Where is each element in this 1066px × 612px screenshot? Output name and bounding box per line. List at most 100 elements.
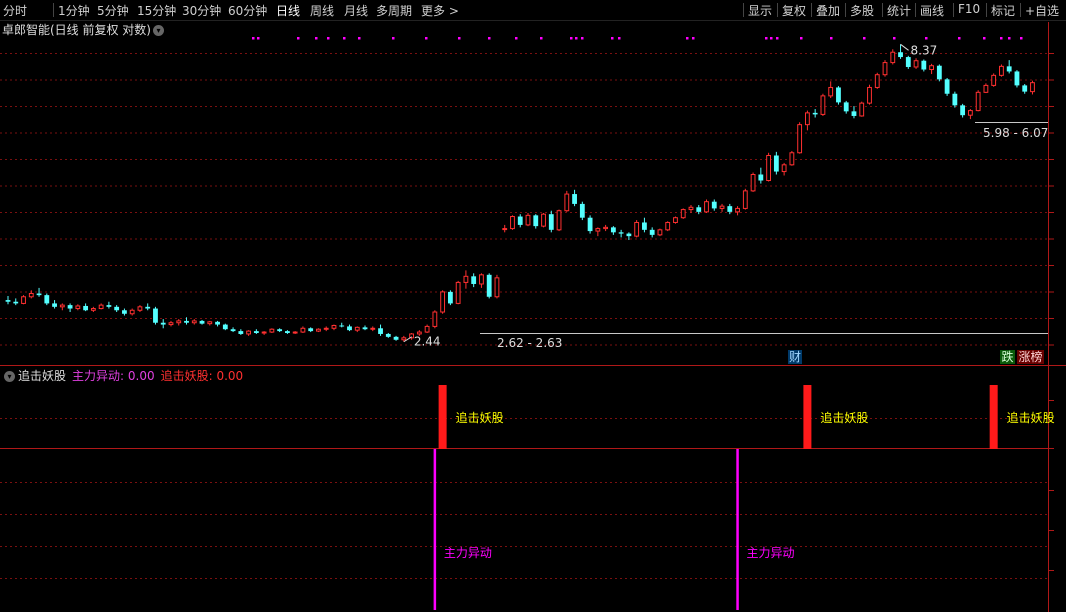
event-dot bbox=[252, 37, 255, 40]
tab-period-3[interactable]: 15分钟 bbox=[137, 2, 176, 19]
candle-body bbox=[479, 274, 484, 285]
event-dot bbox=[765, 37, 768, 40]
toolbar-btn-0[interactable]: 显示 bbox=[748, 2, 772, 19]
candle-body bbox=[735, 207, 740, 213]
candle-body bbox=[370, 327, 376, 330]
tab-period-10[interactable]: 更多 > bbox=[421, 2, 459, 19]
indicator-value-zhuli: 主力异动: 0.00 bbox=[72, 369, 155, 383]
candle-body bbox=[1022, 85, 1028, 92]
toolbar-btn-7[interactable]: 标记 bbox=[991, 2, 1015, 19]
event-dot bbox=[893, 37, 896, 40]
badge-zhangbang-bg bbox=[1017, 350, 1044, 364]
event-dot bbox=[327, 37, 330, 40]
candle-body bbox=[502, 228, 508, 231]
high-pointer bbox=[900, 43, 909, 51]
candle-body bbox=[975, 91, 981, 112]
candle-body bbox=[890, 51, 896, 64]
candle-body bbox=[153, 308, 158, 323]
chevron-down-icon[interactable]: ▾ bbox=[153, 25, 164, 36]
candle-body bbox=[486, 274, 492, 297]
candle-body bbox=[913, 60, 919, 68]
event-dot bbox=[618, 37, 621, 40]
toolbar-btn-5[interactable]: 画线 bbox=[920, 2, 944, 19]
candle-body bbox=[781, 164, 787, 173]
tab-period-2[interactable]: 5分钟 bbox=[97, 2, 129, 19]
tab-period-8[interactable]: 月线 bbox=[344, 2, 368, 19]
candle-body bbox=[859, 102, 865, 117]
tab-period-7[interactable]: 周线 bbox=[310, 2, 334, 19]
candle-body bbox=[455, 281, 461, 304]
kline-chart[interactable]: 8.372.44 2.62 - 2.635.98 - 6.07财跌涨榜追击妖股 追击… bbox=[0, 0, 1066, 612]
candle-body bbox=[649, 229, 655, 235]
candle-body bbox=[804, 112, 810, 126]
candle-body bbox=[851, 111, 857, 116]
toolbar-btn-4[interactable]: 统计 bbox=[887, 2, 911, 19]
candle-body bbox=[999, 65, 1004, 76]
candle-body bbox=[238, 331, 244, 334]
candle-body bbox=[440, 291, 446, 313]
event-dot bbox=[770, 37, 773, 40]
tab-period-4[interactable]: 30分钟 bbox=[182, 2, 221, 19]
toolbar-btn-8[interactable]: +自选 bbox=[1025, 2, 1059, 19]
candle-body bbox=[1006, 66, 1012, 72]
tab-period-9[interactable]: 多周期 bbox=[376, 2, 412, 19]
toolbar-btn-2[interactable]: 叠加 bbox=[816, 2, 840, 19]
tab-period-0[interactable]: 分时 bbox=[3, 2, 27, 19]
candle-body bbox=[843, 102, 849, 112]
candle-body bbox=[1030, 82, 1035, 93]
candle-body bbox=[657, 229, 663, 236]
candle-body bbox=[905, 57, 911, 67]
candle-body bbox=[618, 232, 624, 234]
candle-body bbox=[52, 303, 57, 307]
candle-body bbox=[711, 201, 717, 209]
candle-body bbox=[331, 324, 337, 329]
tab-period-5[interactable]: 60分钟 bbox=[228, 2, 267, 19]
candle-body bbox=[898, 52, 903, 58]
candle-body bbox=[424, 325, 430, 333]
toolbar-btn-6[interactable]: F10 bbox=[958, 2, 980, 16]
candle-body bbox=[300, 327, 306, 333]
candle-body bbox=[936, 65, 942, 80]
event-dot bbox=[800, 37, 803, 40]
candle-body bbox=[432, 311, 438, 327]
event-dot bbox=[958, 37, 961, 40]
candle-body bbox=[548, 214, 554, 230]
event-dot bbox=[425, 37, 428, 40]
candle-body bbox=[673, 217, 678, 223]
event-dot bbox=[611, 37, 614, 40]
candle-body bbox=[874, 74, 880, 88]
candle-body bbox=[967, 110, 973, 116]
candle-body bbox=[277, 329, 283, 332]
candle-body bbox=[145, 306, 151, 309]
candle-body bbox=[510, 216, 515, 230]
toolbar-btn-3[interactable]: 多股 bbox=[850, 2, 874, 19]
candle-body bbox=[680, 209, 686, 219]
event-dot bbox=[776, 37, 779, 40]
event-dot bbox=[692, 37, 695, 40]
candle-body bbox=[393, 336, 399, 340]
signal-bar-red bbox=[989, 385, 998, 449]
candle-body bbox=[215, 321, 220, 325]
event-dot bbox=[686, 37, 689, 40]
candle-body bbox=[378, 328, 383, 334]
candle-body bbox=[114, 306, 120, 311]
indicator-header: ▾ 追击妖股 主力异动: 0.00 追击妖股: 0.00 bbox=[2, 367, 243, 384]
candle-body bbox=[626, 233, 632, 237]
candle-body bbox=[572, 194, 577, 204]
tab-period-6[interactable]: 日线 bbox=[276, 2, 300, 19]
candle-body bbox=[704, 201, 709, 213]
candle-body bbox=[59, 304, 65, 308]
chevron-down-icon[interactable]: ▾ bbox=[4, 371, 15, 382]
event-dot bbox=[830, 37, 833, 40]
tab-period-1[interactable]: 1分钟 bbox=[58, 2, 90, 19]
toolbar-btn-1[interactable]: 复权 bbox=[782, 2, 806, 19]
candle-body bbox=[773, 155, 779, 172]
candle-body bbox=[98, 304, 104, 310]
candle-body bbox=[191, 320, 197, 324]
candle-body bbox=[5, 300, 11, 302]
event-dot bbox=[863, 37, 866, 40]
badge-zhangbang: 涨榜 bbox=[1018, 349, 1042, 364]
candle-body bbox=[176, 320, 182, 324]
candle-body bbox=[696, 207, 702, 212]
signal-label-red: 追击妖股 bbox=[1007, 410, 1055, 425]
